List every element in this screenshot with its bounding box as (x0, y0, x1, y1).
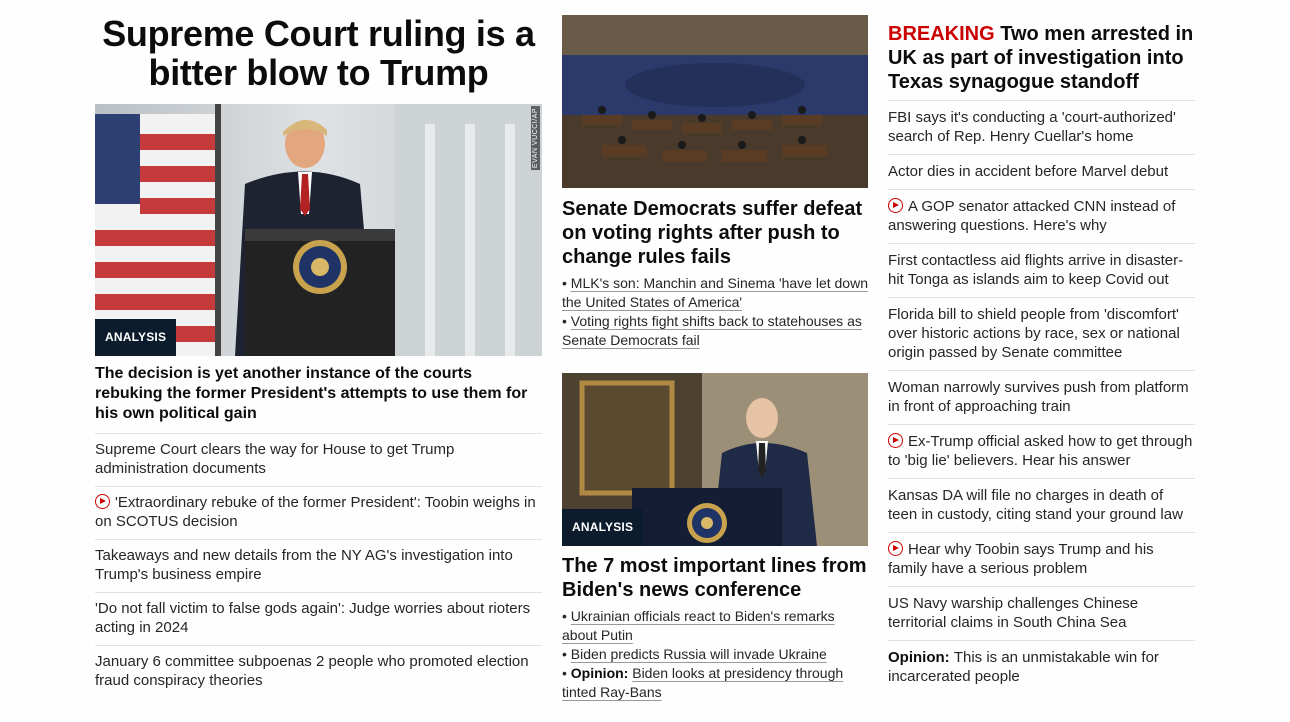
bullet-link-text: MLK's son: Manchin and Sinema 'have let … (562, 275, 868, 310)
play-video-icon (95, 494, 110, 509)
headline-link-text: First contactless aid flights arrive in … (888, 252, 1184, 288)
bullet-link[interactable]: • Ukrainian officials react to Biden's r… (562, 607, 868, 645)
headline-link-text: A GOP senator attacked CNN instead of an… (888, 198, 1176, 234)
lead-deck[interactable]: The decision is yet another instance of … (95, 364, 542, 434)
breaking-headline[interactable]: BREAKING Two men arrested in UK as part … (888, 22, 1195, 101)
bullet-link-text: Ukrainian officials react to Biden's rem… (562, 608, 835, 643)
play-video-icon (888, 433, 903, 448)
biden-related-links: • Ukrainian officials react to Biden's r… (562, 607, 868, 702)
headline-link-text: 'Extraordinary rebuke of the former Pres… (95, 494, 536, 530)
headline-link[interactable]: Florida bill to shield people from 'disc… (888, 298, 1195, 371)
breaking-tag: BREAKING (888, 23, 995, 45)
bullet-link-text: Voting rights fight shifts back to state… (562, 313, 862, 348)
headline-link-text: Hear why Toobin says Trump and his famil… (888, 541, 1154, 577)
headline-link[interactable]: Actor dies in accident before Marvel deb… (888, 155, 1195, 190)
headline-link[interactable]: FBI says it's conducting a 'court-author… (888, 101, 1195, 155)
headline-link[interactable]: Hear why Toobin says Trump and his famil… (888, 533, 1195, 587)
analysis-badge: ANALYSIS (95, 319, 177, 356)
bullet-link[interactable]: • Voting rights fight shifts back to sta… (562, 312, 868, 350)
play-video-icon (888, 198, 903, 213)
bullet-link[interactable]: • Biden predicts Russia will invade Ukra… (562, 645, 868, 664)
lead-headline[interactable]: Supreme Court ruling is a bitter blow to… (95, 14, 542, 92)
headline-link[interactable]: Opinion: This is an unmistakable win for… (888, 641, 1195, 694)
headline-link-text: FBI says it's conducting a 'court-author… (888, 109, 1176, 145)
bullet-link[interactable]: • Opinion: Biden looks at presidency thr… (562, 664, 868, 702)
bullet-marker: • (562, 646, 571, 662)
headline-link[interactable]: 'Do not fall victim to false gods again'… (95, 593, 542, 646)
headline-link[interactable]: A GOP senator attacked CNN instead of an… (888, 190, 1195, 244)
latest-links-list: FBI says it's conducting a 'court-author… (888, 101, 1195, 694)
headline-link-text: Kansas DA will file no charges in death … (888, 487, 1183, 523)
headline-link-text: US Navy warship challenges Chinese terri… (888, 595, 1139, 631)
headline-link-text: 'Do not fall victim to false gods again'… (95, 600, 531, 636)
headline-link-text: Takeaways and new details from the NY AG… (95, 547, 513, 583)
biden-headline[interactable]: The 7 most important lines from Biden's … (562, 554, 868, 602)
headline-link[interactable]: 'Extraordinary rebuke of the former Pres… (95, 487, 542, 540)
headline-link[interactable]: First contactless aid flights arrive in … (888, 244, 1195, 298)
opinion-label: Opinion: (888, 649, 954, 666)
headline-link-text: Actor dies in accident before Marvel deb… (888, 163, 1169, 180)
bullet-marker: • (562, 313, 571, 329)
headline-link[interactable]: Woman narrowly survives push from platfo… (888, 371, 1195, 425)
biden-image[interactable]: ANALYSIS (562, 373, 868, 546)
headline-link[interactable]: US Navy warship challenges Chinese terri… (888, 587, 1195, 641)
headline-link-text: Supreme Court clears the way for House t… (95, 441, 455, 477)
analysis-badge-2: ANALYSIS (562, 509, 644, 546)
bullet-link[interactable]: • MLK's son: Manchin and Sinema 'have le… (562, 274, 868, 312)
headline-link[interactable]: Kansas DA will file no charges in death … (888, 479, 1195, 533)
lead-image[interactable]: EVAN VUCCI/AP ANALYSIS (95, 104, 542, 356)
headline-link-text: Florida bill to shield people from 'disc… (888, 306, 1180, 361)
senate-related-links: • MLK's son: Manchin and Sinema 'have le… (562, 274, 868, 350)
middle-stories: Senate Democrats suffer defeat on voting… (562, 0, 868, 702)
bullet-link-text: Biden predicts Russia will invade Ukrain… (570, 646, 827, 662)
bullet-marker: • (562, 608, 571, 624)
senate-image[interactable] (562, 15, 868, 188)
opinion-label: Opinion: (570, 665, 633, 681)
lead-story: Supreme Court ruling is a bitter blow to… (95, 0, 542, 698)
latest-stories: BREAKING Two men arrested in UK as part … (888, 0, 1195, 694)
headline-link-text: Ex-Trump official asked how to get throu… (888, 433, 1193, 469)
play-video-icon (888, 541, 903, 556)
headline-link-text: January 6 committee subpoenas 2 people w… (95, 653, 529, 689)
headline-link-text: Woman narrowly survives push from platfo… (888, 379, 1189, 415)
senate-chamber-photo (562, 15, 868, 188)
headline-link[interactable]: January 6 committee subpoenas 2 people w… (95, 646, 542, 698)
photo-credit: EVAN VUCCI/AP (531, 106, 540, 171)
related-links-list: Supreme Court clears the way for House t… (95, 434, 542, 698)
bullet-marker: • (562, 275, 571, 291)
headline-link[interactable]: Ex-Trump official asked how to get throu… (888, 425, 1195, 479)
senate-headline[interactable]: Senate Democrats suffer defeat on voting… (562, 197, 868, 269)
headline-link[interactable]: Supreme Court clears the way for House t… (95, 434, 542, 487)
bullet-marker: • (562, 665, 571, 681)
headline-link[interactable]: Takeaways and new details from the NY AG… (95, 540, 542, 593)
